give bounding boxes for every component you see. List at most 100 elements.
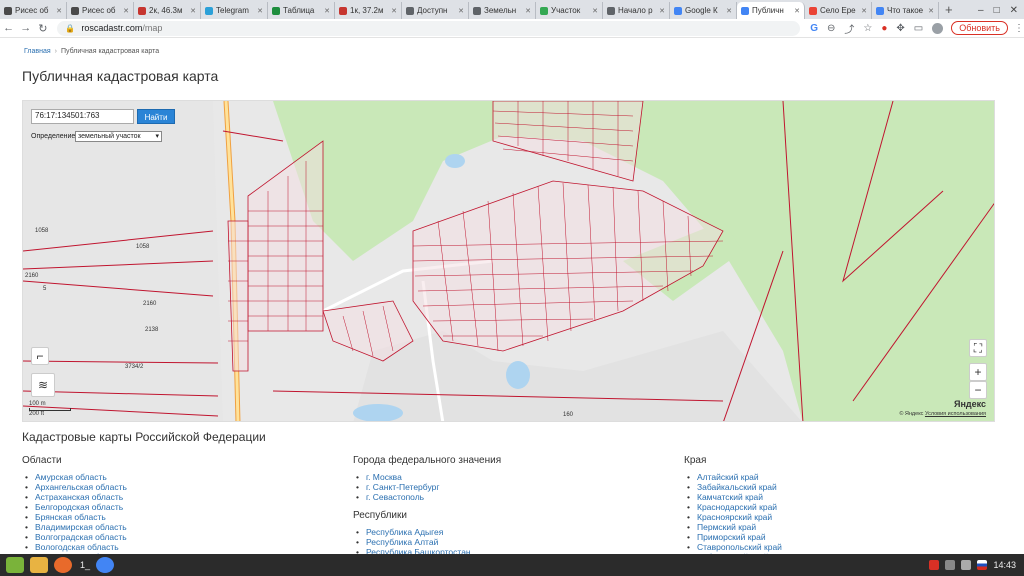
region-link[interactable]: Амурская область bbox=[22, 472, 322, 482]
new-tab-button[interactable]: + bbox=[939, 2, 959, 19]
region-link[interactable]: Пермский край bbox=[684, 522, 984, 532]
star-icon[interactable]: ☆ bbox=[863, 23, 872, 34]
tab-close-icon[interactable]: ✕ bbox=[928, 7, 934, 15]
browser-tab[interactable]: Земельн ✕ bbox=[469, 2, 536, 19]
region-link[interactable]: г. Санкт-Петербург bbox=[353, 482, 653, 492]
kraya-list: Алтайский крайЗабайкальский крайКамчатск… bbox=[684, 472, 984, 554]
region-link[interactable]: Камчатский край bbox=[684, 492, 984, 502]
region-link[interactable]: Республика Башкортостан bbox=[353, 547, 653, 554]
minimize-icon[interactable]: – bbox=[978, 5, 984, 16]
terms-link[interactable]: Условия использования bbox=[925, 411, 986, 417]
region-link[interactable]: Алтайский край bbox=[684, 472, 984, 482]
parcel-number-label: 1058 bbox=[136, 244, 150, 250]
browser-tab[interactable]: Рисес об ✕ bbox=[67, 2, 134, 19]
zoom-icon[interactable]: ⊖ bbox=[827, 23, 835, 34]
region-link[interactable]: г. Москва bbox=[353, 472, 653, 482]
folder-icon[interactable] bbox=[30, 557, 48, 573]
zoom-in-button[interactable]: + bbox=[969, 363, 987, 381]
start-menu-icon[interactable] bbox=[6, 557, 24, 573]
reload-icon[interactable]: ↻ bbox=[34, 22, 51, 35]
region-link[interactable]: Астраханская область bbox=[22, 492, 322, 502]
sidepanel-icon[interactable]: ▭ bbox=[914, 23, 923, 34]
keyboard-layout-icon[interactable] bbox=[977, 560, 988, 570]
tab-close-icon[interactable]: ✕ bbox=[861, 7, 867, 15]
breadcrumb-separator: › bbox=[54, 48, 57, 55]
tab-close-icon[interactable]: ✕ bbox=[726, 7, 732, 15]
puzzle-icon[interactable]: ✥ bbox=[896, 23, 904, 34]
fullscreen-icon[interactable]: ⛶ bbox=[969, 339, 987, 357]
tab-close-icon[interactable]: ✕ bbox=[458, 7, 464, 15]
tab-close-icon[interactable]: ✕ bbox=[391, 7, 397, 15]
region-link[interactable]: Республика Адыгея bbox=[353, 527, 653, 537]
browser-tab[interactable]: Начало р ✕ bbox=[603, 2, 670, 19]
region-link[interactable]: Вологодская область bbox=[22, 542, 322, 552]
region-link[interactable]: Белгородская область bbox=[22, 502, 322, 512]
close-window-icon[interactable]: ✕ bbox=[1010, 5, 1018, 16]
menu-icon[interactable]: ⋮ bbox=[1014, 23, 1024, 34]
region-link[interactable]: Архангельская область bbox=[22, 482, 322, 492]
pond bbox=[353, 404, 403, 421]
back-icon[interactable]: ← bbox=[0, 22, 17, 34]
firefox-icon[interactable] bbox=[54, 557, 72, 573]
tab-close-icon[interactable]: ✕ bbox=[123, 7, 129, 15]
map-scale: 100 m 200 ft bbox=[29, 401, 71, 417]
map-canvas[interactable] bbox=[23, 101, 995, 422]
tab-close-icon[interactable]: ✕ bbox=[794, 7, 800, 15]
find-button[interactable]: Найти bbox=[137, 109, 175, 124]
region-link[interactable]: Краснодарский край bbox=[684, 502, 984, 512]
tab-close-icon[interactable]: ✕ bbox=[324, 7, 330, 15]
browser-tab[interactable]: Село Ере ✕ bbox=[805, 2, 872, 19]
region-link[interactable]: г. Севастополь bbox=[353, 492, 653, 502]
profile-icon[interactable] bbox=[932, 22, 944, 34]
terminal-button[interactable]: 1_ bbox=[80, 560, 90, 570]
tab-close-icon[interactable]: ✕ bbox=[190, 7, 196, 15]
volume-icon[interactable] bbox=[961, 560, 972, 570]
region-link[interactable]: Владимирская область bbox=[22, 522, 322, 532]
browser-tab[interactable]: Таблица ✕ bbox=[268, 2, 335, 19]
cadastral-map[interactable]: 76:17:134501:763 Найти Определение: земе… bbox=[22, 100, 995, 422]
region-link[interactable]: Ставропольский край bbox=[684, 542, 984, 552]
share-icon[interactable]: ⤴ bbox=[844, 21, 854, 36]
breadcrumb-home[interactable]: Главная bbox=[24, 48, 51, 55]
ruler-icon[interactable]: ⌐ bbox=[31, 347, 49, 365]
browser-tab[interactable]: Что такое ✕ bbox=[872, 2, 939, 19]
url-field[interactable]: 🔒 roscadastr.com/map bbox=[57, 20, 801, 36]
tab-close-icon[interactable]: ✕ bbox=[525, 7, 531, 15]
region-link[interactable]: Республика Алтай bbox=[353, 537, 653, 547]
region-link[interactable]: Забайкальский край bbox=[684, 482, 984, 492]
region-link[interactable]: Приморский край bbox=[684, 532, 984, 542]
parcel-number-label: 3734/2 bbox=[125, 364, 144, 370]
region-link[interactable]: Волгоградская область bbox=[22, 532, 322, 542]
definition-select[interactable]: земельный участок ▾ bbox=[75, 131, 162, 142]
browser-tab[interactable]: 2к, 46.3м ✕ bbox=[134, 2, 201, 19]
extension-red-icon[interactable]: ● bbox=[881, 23, 887, 34]
google-icon[interactable]: G bbox=[810, 23, 818, 34]
browser-tab[interactable]: Telegram ✕ bbox=[201, 2, 268, 19]
forward-icon[interactable]: → bbox=[17, 22, 34, 34]
tab-close-icon[interactable]: ✕ bbox=[592, 7, 598, 15]
chrome-icon[interactable] bbox=[96, 557, 115, 573]
browser-tab[interactable]: 1к, 37.2м ✕ bbox=[335, 2, 402, 19]
browser-tab[interactable]: Публичн ✕ bbox=[737, 2, 805, 19]
update-button[interactable]: Обновить bbox=[951, 21, 1008, 35]
browser-tab[interactable]: Участок ✕ bbox=[536, 2, 603, 19]
browser-tab[interactable]: Рисес об ✕ bbox=[0, 2, 67, 19]
tab-close-icon[interactable]: ✕ bbox=[56, 7, 62, 15]
tab-close-icon[interactable]: ✕ bbox=[659, 7, 665, 15]
scale-top-label: 100 m bbox=[29, 401, 46, 407]
tray-app-icon[interactable] bbox=[929, 560, 940, 570]
tab-favicon-icon bbox=[674, 6, 682, 15]
region-link[interactable]: Красноярский край bbox=[684, 512, 984, 522]
zoom-out-button[interactable]: − bbox=[969, 381, 987, 399]
cadastral-search-input[interactable]: 76:17:134501:763 bbox=[31, 109, 134, 124]
layers-icon[interactable]: ≋ bbox=[31, 373, 55, 397]
tray-network-icon[interactable] bbox=[945, 560, 956, 570]
maximize-icon[interactable]: □ bbox=[994, 5, 1000, 16]
tab-label: Google К bbox=[685, 6, 718, 15]
browser-tab[interactable]: Доступн ✕ bbox=[402, 2, 469, 19]
tab-label: Что такое bbox=[887, 6, 924, 15]
browser-tab[interactable]: Google К ✕ bbox=[670, 2, 737, 19]
region-link[interactable]: Брянская область bbox=[22, 512, 322, 522]
yandex-logo[interactable]: Яндекс bbox=[954, 399, 986, 409]
tab-close-icon[interactable]: ✕ bbox=[257, 7, 263, 15]
